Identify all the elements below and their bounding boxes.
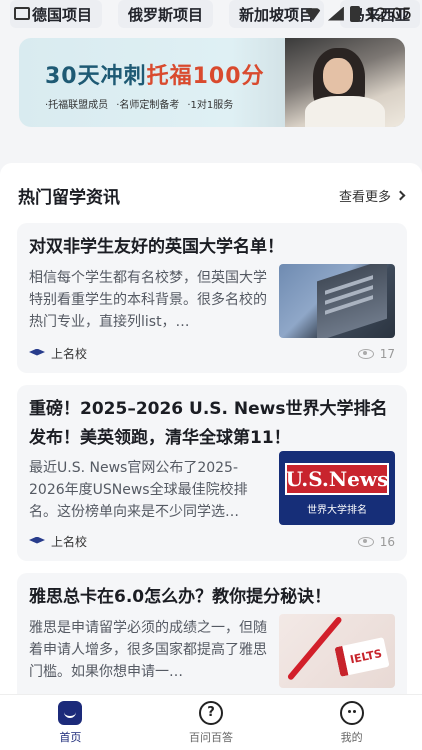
graduation-cap-icon [29,536,45,544]
article-thumbnail [279,264,395,338]
wifi-icon [304,7,322,21]
view-more-link[interactable]: 查看更多 [339,186,406,205]
banner-photo [285,38,405,127]
home-icon [58,700,83,725]
ielts-logo: IELTS [334,637,390,677]
article-source: 上名校 [51,535,88,549]
banner-tags: ·托福联盟成员 ·名师定制备考 ·1对1服务 [45,100,234,111]
eye-icon [357,536,374,547]
news-card[interactable]: 重磅！2025–2026 U.S. News世界大学排名发布！美英领跑，清华全球… [17,385,407,561]
news-card[interactable]: 雅思总卡在6.0怎么办？教你提分秘诀！ 雅思是申请留学必须的成绩之一，但随着申请… [17,573,407,713]
usnews-logo: U.S.News [285,463,389,495]
signal-icon [327,6,344,21]
question-icon: ? [199,700,223,725]
section-title: 热门留学资讯 [18,188,120,208]
article-excerpt: 相信每个学生都有名校梦，但英国大学特别看重学生的本科背景。很多名校的热门专业，直… [29,270,267,330]
tab-home[interactable]: 首页 [0,695,141,750]
profile-icon [339,700,364,725]
battery-icon [349,5,360,22]
bottom-tab-bar: 首页 ? 百问百答 我的 [0,694,422,750]
banner-title: 30天冲刺托福100分 [45,64,265,89]
status-time: 12:05 [365,4,412,23]
view-count: 16 [379,534,395,549]
tab-profile[interactable]: 我的 [281,695,422,750]
article-thumbnail: IELTS [279,614,395,688]
eye-icon [357,348,374,359]
promo-banner[interactable]: 30天冲刺托福100分 ·托福联盟成员 ·名师定制备考 ·1对1服务 [19,38,405,127]
article-title: 对双非学生友好的英国大学名单！ [29,237,284,257]
view-count: 17 [379,346,395,361]
article-thumbnail: U.S.News 世界大学排名 [279,451,395,525]
chevron-right-icon [395,190,406,201]
gallery-icon [14,7,30,20]
news-section: 热门留学资讯 查看更多 对双非学生友好的英国大学名单！ 相信每个学生都有名校梦，… [0,163,422,713]
news-card[interactable]: 对双非学生友好的英国大学名单！ 相信每个学生都有名校梦，但英国大学特别看重学生的… [17,223,407,373]
article-title: 雅思总卡在6.0怎么办？教你提分秘诀！ [29,587,332,607]
graduation-cap-icon [29,348,45,356]
article-source: 上名校 [51,347,88,361]
tab-qa[interactable]: ? 百问百答 [141,695,282,750]
article-title: 重磅！2025–2026 U.S. News世界大学排名发布！美英领跑，清华全球… [29,399,388,448]
status-bar: 12:05 [0,0,422,30]
article-excerpt: 最近U.S. News官网公布了2025-2026年度USNews全球最佳院校排… [29,460,248,520]
article-excerpt: 雅思是申请留学必须的成绩之一，但随着申请人增多，很多国家都提高了雅思门槛。如果你… [29,620,267,680]
